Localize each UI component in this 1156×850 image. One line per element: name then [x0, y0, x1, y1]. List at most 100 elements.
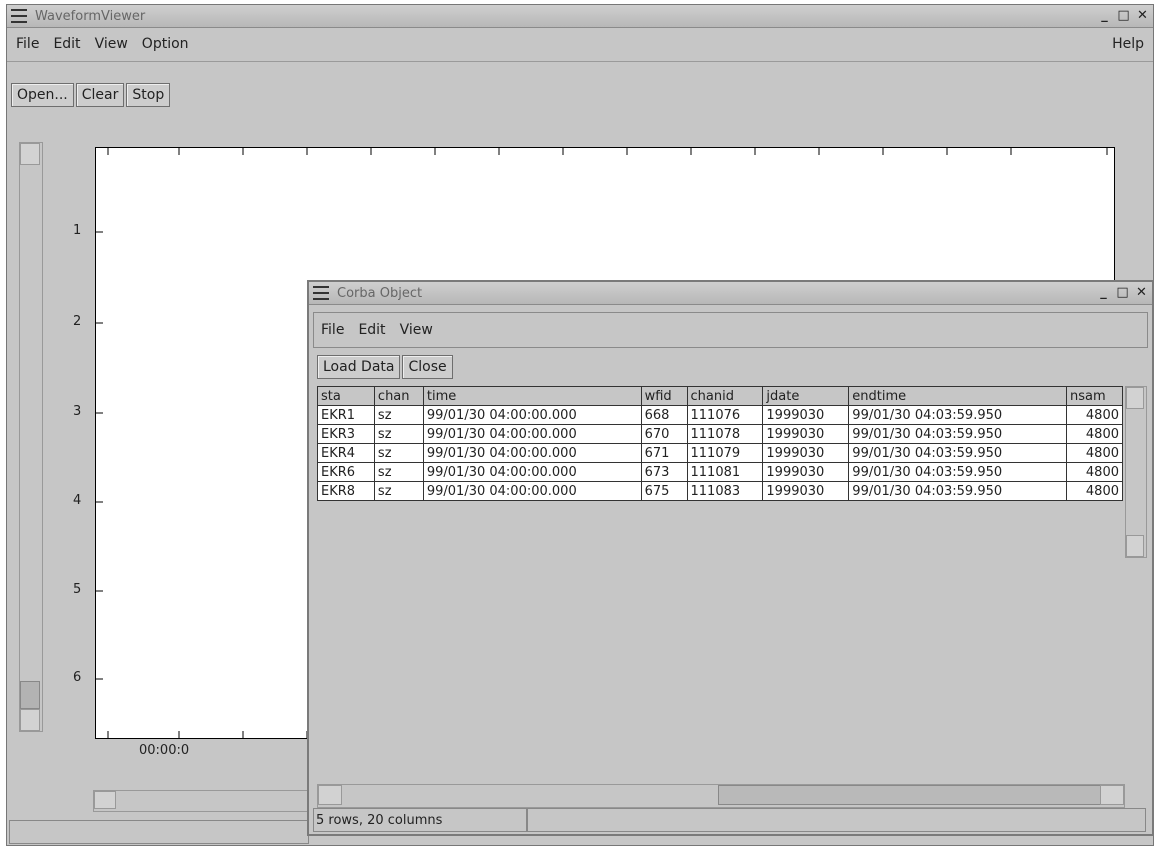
cell-sta[interactable]: EKR3: [317, 424, 375, 444]
scroll-left-arrow-icon[interactable]: [94, 791, 116, 809]
cell-endtime[interactable]: 99/01/30 04:03:59.950: [848, 443, 1067, 463]
cell-time[interactable]: 99/01/30 04:00:00.000: [422, 405, 642, 425]
menu-file[interactable]: File: [9, 36, 46, 52]
cell-chan[interactable]: sz: [373, 481, 424, 501]
cell-wfid[interactable]: 668: [640, 405, 688, 425]
hamburger-icon[interactable]: [313, 286, 329, 300]
corba-titlebar[interactable]: Corba Object _ □ ✕: [309, 282, 1152, 305]
column-header-sta[interactable]: sta: [317, 386, 375, 406]
menu-edit[interactable]: Edit: [46, 36, 87, 52]
main-menubar: File Edit View Option Help: [7, 27, 1153, 62]
scroll-down-arrow-icon[interactable]: [20, 709, 40, 731]
cell-jdate[interactable]: 1999030: [762, 405, 850, 425]
cell-nsam[interactable]: 4800: [1066, 443, 1123, 463]
window-title: WaveformViewer: [35, 8, 146, 24]
minimize-icon[interactable]: _: [1096, 7, 1113, 24]
cell-jdate[interactable]: 1999030: [762, 424, 850, 444]
scroll-up-arrow-icon[interactable]: [1126, 387, 1144, 409]
scroll-left-arrow-icon[interactable]: [318, 785, 342, 805]
cell-chanid[interactable]: 111078: [686, 424, 764, 444]
column-header-endtime[interactable]: endtime: [848, 386, 1067, 406]
cell-time[interactable]: 99/01/30 04:00:00.000: [422, 462, 642, 482]
corba-menu-edit[interactable]: Edit: [351, 322, 392, 338]
cell-chan[interactable]: sz: [373, 424, 424, 444]
cell-sta[interactable]: EKR8: [317, 481, 375, 501]
y-tick-label: 2: [73, 314, 82, 329]
scroll-down-arrow-icon[interactable]: [1126, 535, 1144, 557]
cell-nsam[interactable]: 4800: [1066, 405, 1123, 425]
menu-option[interactable]: Option: [135, 36, 196, 52]
scroll-right-arrow-icon[interactable]: [1100, 785, 1124, 805]
menu-view[interactable]: View: [88, 36, 135, 52]
cell-time[interactable]: 99/01/30 04:00:00.000: [422, 443, 642, 463]
maximize-icon[interactable]: □: [1114, 284, 1131, 301]
corba-statusbar-secondary: [527, 808, 1146, 832]
table-row[interactable]: EKR3 sz 99/01/30 04:00:00.000 670 111078…: [317, 424, 1123, 444]
table-row[interactable]: EKR4 sz 99/01/30 04:00:00.000 671 111079…: [317, 443, 1123, 463]
x-tick-marks-top: [107, 147, 1108, 155]
column-header-jdate[interactable]: jdate: [762, 386, 850, 406]
cell-endtime[interactable]: 99/01/30 04:03:59.950: [848, 424, 1067, 444]
corba-menu-view[interactable]: View: [393, 322, 440, 338]
table-row[interactable]: EKR8 sz 99/01/30 04:00:00.000 675 111083…: [317, 481, 1123, 501]
column-header-time[interactable]: time: [422, 386, 642, 406]
clear-button[interactable]: Clear: [75, 83, 125, 107]
cell-jdate[interactable]: 1999030: [762, 481, 850, 501]
hamburger-icon[interactable]: [11, 9, 27, 23]
column-header-chan[interactable]: chan: [373, 386, 424, 406]
cell-endtime[interactable]: 99/01/30 04:03:59.950: [848, 405, 1067, 425]
table-row[interactable]: EKR6 sz 99/01/30 04:00:00.000 673 111081…: [317, 462, 1123, 482]
x-tick-marks-bottom: [107, 731, 308, 739]
cell-endtime[interactable]: 99/01/30 04:03:59.950: [848, 481, 1067, 501]
corba-statusbar: 5 rows, 20 columns: [313, 808, 527, 832]
cell-wfid[interactable]: 670: [640, 424, 688, 444]
corba-toolbar: Load Data Close: [317, 355, 453, 379]
cell-chanid[interactable]: 111076: [686, 405, 764, 425]
plot-vertical-scrollbar[interactable]: [19, 142, 43, 732]
cell-jdate[interactable]: 1999030: [762, 462, 850, 482]
stop-button[interactable]: Stop: [126, 83, 171, 107]
table-horizontal-scrollbar[interactable]: [317, 784, 1125, 808]
plot-horizontal-scrollbar[interactable]: [93, 790, 315, 812]
main-titlebar[interactable]: WaveformViewer _ □ ✕: [7, 5, 1153, 28]
cell-chan[interactable]: sz: [373, 443, 424, 463]
main-toolbar: Open... Clear Stop: [11, 83, 171, 107]
vertical-scroll-thumb[interactable]: [20, 681, 40, 709]
horizontal-scroll-thumb[interactable]: [718, 785, 1102, 805]
cell-sta[interactable]: EKR6: [317, 462, 375, 482]
close-icon[interactable]: ✕: [1134, 7, 1151, 24]
cell-chan[interactable]: sz: [373, 462, 424, 482]
column-header-wfid[interactable]: wfid: [640, 386, 688, 406]
cell-endtime[interactable]: 99/01/30 04:03:59.950: [848, 462, 1067, 482]
table-vertical-scrollbar[interactable]: [1125, 386, 1147, 558]
cell-chanid[interactable]: 111081: [686, 462, 764, 482]
cell-sta[interactable]: EKR4: [317, 443, 375, 463]
corba-menu-file[interactable]: File: [314, 322, 351, 338]
load-data-button[interactable]: Load Data: [317, 355, 401, 379]
cell-jdate[interactable]: 1999030: [762, 443, 850, 463]
minimize-icon[interactable]: _: [1095, 284, 1112, 301]
cell-nsam[interactable]: 4800: [1066, 462, 1123, 482]
open-button[interactable]: Open...: [11, 83, 74, 107]
cell-chan[interactable]: sz: [373, 405, 424, 425]
cell-nsam[interactable]: 4800: [1066, 424, 1123, 444]
cell-time[interactable]: 99/01/30 04:00:00.000: [422, 424, 642, 444]
cell-chanid[interactable]: 111079: [686, 443, 764, 463]
cell-wfid[interactable]: 671: [640, 443, 688, 463]
cell-chanid[interactable]: 111083: [686, 481, 764, 501]
y-tick-label: 4: [73, 493, 82, 508]
cell-sta[interactable]: EKR1: [317, 405, 375, 425]
column-header-chanid[interactable]: chanid: [686, 386, 764, 406]
y-tick-label: 5: [73, 582, 82, 597]
menu-help[interactable]: Help: [1105, 36, 1151, 52]
cell-nsam[interactable]: 4800: [1066, 481, 1123, 501]
table-row[interactable]: EKR1 sz 99/01/30 04:00:00.000 668 111076…: [317, 405, 1123, 425]
column-header-nsam[interactable]: nsam: [1066, 386, 1123, 406]
close-icon[interactable]: ✕: [1133, 284, 1150, 301]
cell-wfid[interactable]: 675: [640, 481, 688, 501]
close-button[interactable]: Close: [402, 355, 453, 379]
scroll-up-arrow-icon[interactable]: [20, 143, 40, 165]
cell-time[interactable]: 99/01/30 04:00:00.000: [422, 481, 642, 501]
cell-wfid[interactable]: 673: [640, 462, 688, 482]
maximize-icon[interactable]: □: [1115, 7, 1132, 24]
